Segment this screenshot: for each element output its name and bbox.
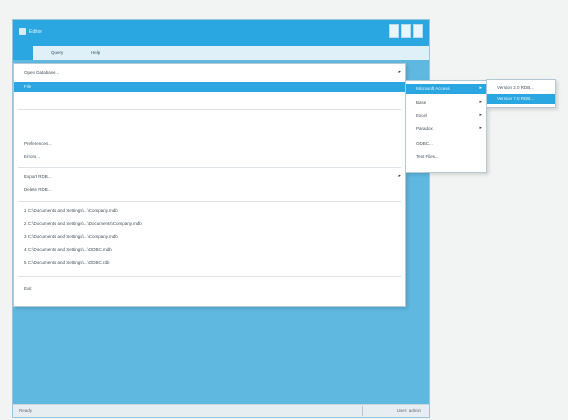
title-bar[interactable]: Editor <box>13 20 429 46</box>
menu-item-disabled-1 <box>14 95 405 105</box>
app-icon <box>19 28 26 35</box>
status-bar: Ready User: admin <box>13 404 429 417</box>
status-separator <box>362 406 363 416</box>
chevron-right-icon: ▸ <box>479 99 482 105</box>
chevron-right-icon: ▸ <box>398 173 401 179</box>
submenu-item-version-7[interactable]: Version 7.0 RDB... <box>487 94 555 104</box>
access-version-submenu: Version 2.0 RDB... Version 7.0 RDB... <box>486 79 556 108</box>
close-icon[interactable] <box>413 24 423 38</box>
submenu-item-odbc[interactable]: ODBC... <box>406 139 486 149</box>
submenu-item-text-files[interactable]: Text Files... <box>406 152 486 162</box>
submenu-item-base[interactable]: Base ▸ <box>406 98 486 108</box>
menu-item-exit[interactable]: Exit <box>14 284 405 294</box>
maximize-icon[interactable] <box>401 24 411 38</box>
menu-item-delete-rdb[interactable]: Delete RDB... <box>14 185 405 195</box>
menu-item-open-database[interactable]: Open Database... ▸ <box>14 68 405 78</box>
chevron-right-icon: ▸ <box>398 69 401 75</box>
menu-item-disabled-2 <box>14 114 405 124</box>
submenu-item-version-2[interactable]: Version 2.0 RDB... <box>487 83 555 93</box>
menu-item-preferences[interactable]: Preferences... <box>14 139 405 149</box>
menu-item-file[interactable]: File <box>14 82 405 92</box>
submenu-item-paradox[interactable]: Paradox ▸ <box>406 124 486 134</box>
menu-item-recent-3[interactable]: 3 C:\Documents and Settings\...\Company.… <box>14 232 405 242</box>
menu-bar: Query Help <box>13 46 429 60</box>
chevron-right-icon: ▸ <box>479 125 482 131</box>
menu-separator <box>18 201 401 202</box>
import-submenu: Microsoft Access ▸ Base ▸ Excel ▸ Parado… <box>405 80 487 173</box>
window-title: Editor <box>29 29 43 35</box>
submenu-item-microsoft-access[interactable]: Microsoft Access ▸ <box>406 84 486 94</box>
menu-separator <box>18 276 401 277</box>
menu-separator <box>18 167 401 168</box>
minimize-icon[interactable] <box>389 24 399 38</box>
menu-query[interactable]: Query <box>51 50 63 55</box>
menu-item-recent-5[interactable]: 5 C:\Documents and Settings\...\ODBC.rdb <box>14 258 405 268</box>
menu-separator <box>18 109 401 110</box>
status-right: User: admin <box>396 408 421 413</box>
menu-item-export-rdb[interactable]: Export RDB... ▸ <box>14 172 405 182</box>
submenu-item-excel[interactable]: Excel ▸ <box>406 111 486 121</box>
menu-item-recent-4[interactable]: 4 C:\Documents and Settings\...\ODBC.mdb <box>14 245 405 255</box>
chevron-right-icon: ▸ <box>479 112 482 118</box>
menu-file-open[interactable] <box>13 46 33 60</box>
file-menu: Open Database... ▸ File Preferences... E… <box>13 63 406 307</box>
status-left: Ready <box>19 408 33 413</box>
menu-item-errors[interactable]: Errors... <box>14 152 405 162</box>
menu-item-recent-1[interactable]: 1 C:\Documents and Settings\...\Company.… <box>14 206 405 216</box>
menu-item-recent-2[interactable]: 2 C:\Documents and Settings\...\Document… <box>14 219 405 229</box>
chevron-right-icon: ▸ <box>479 85 482 91</box>
menu-help[interactable]: Help <box>91 50 100 55</box>
